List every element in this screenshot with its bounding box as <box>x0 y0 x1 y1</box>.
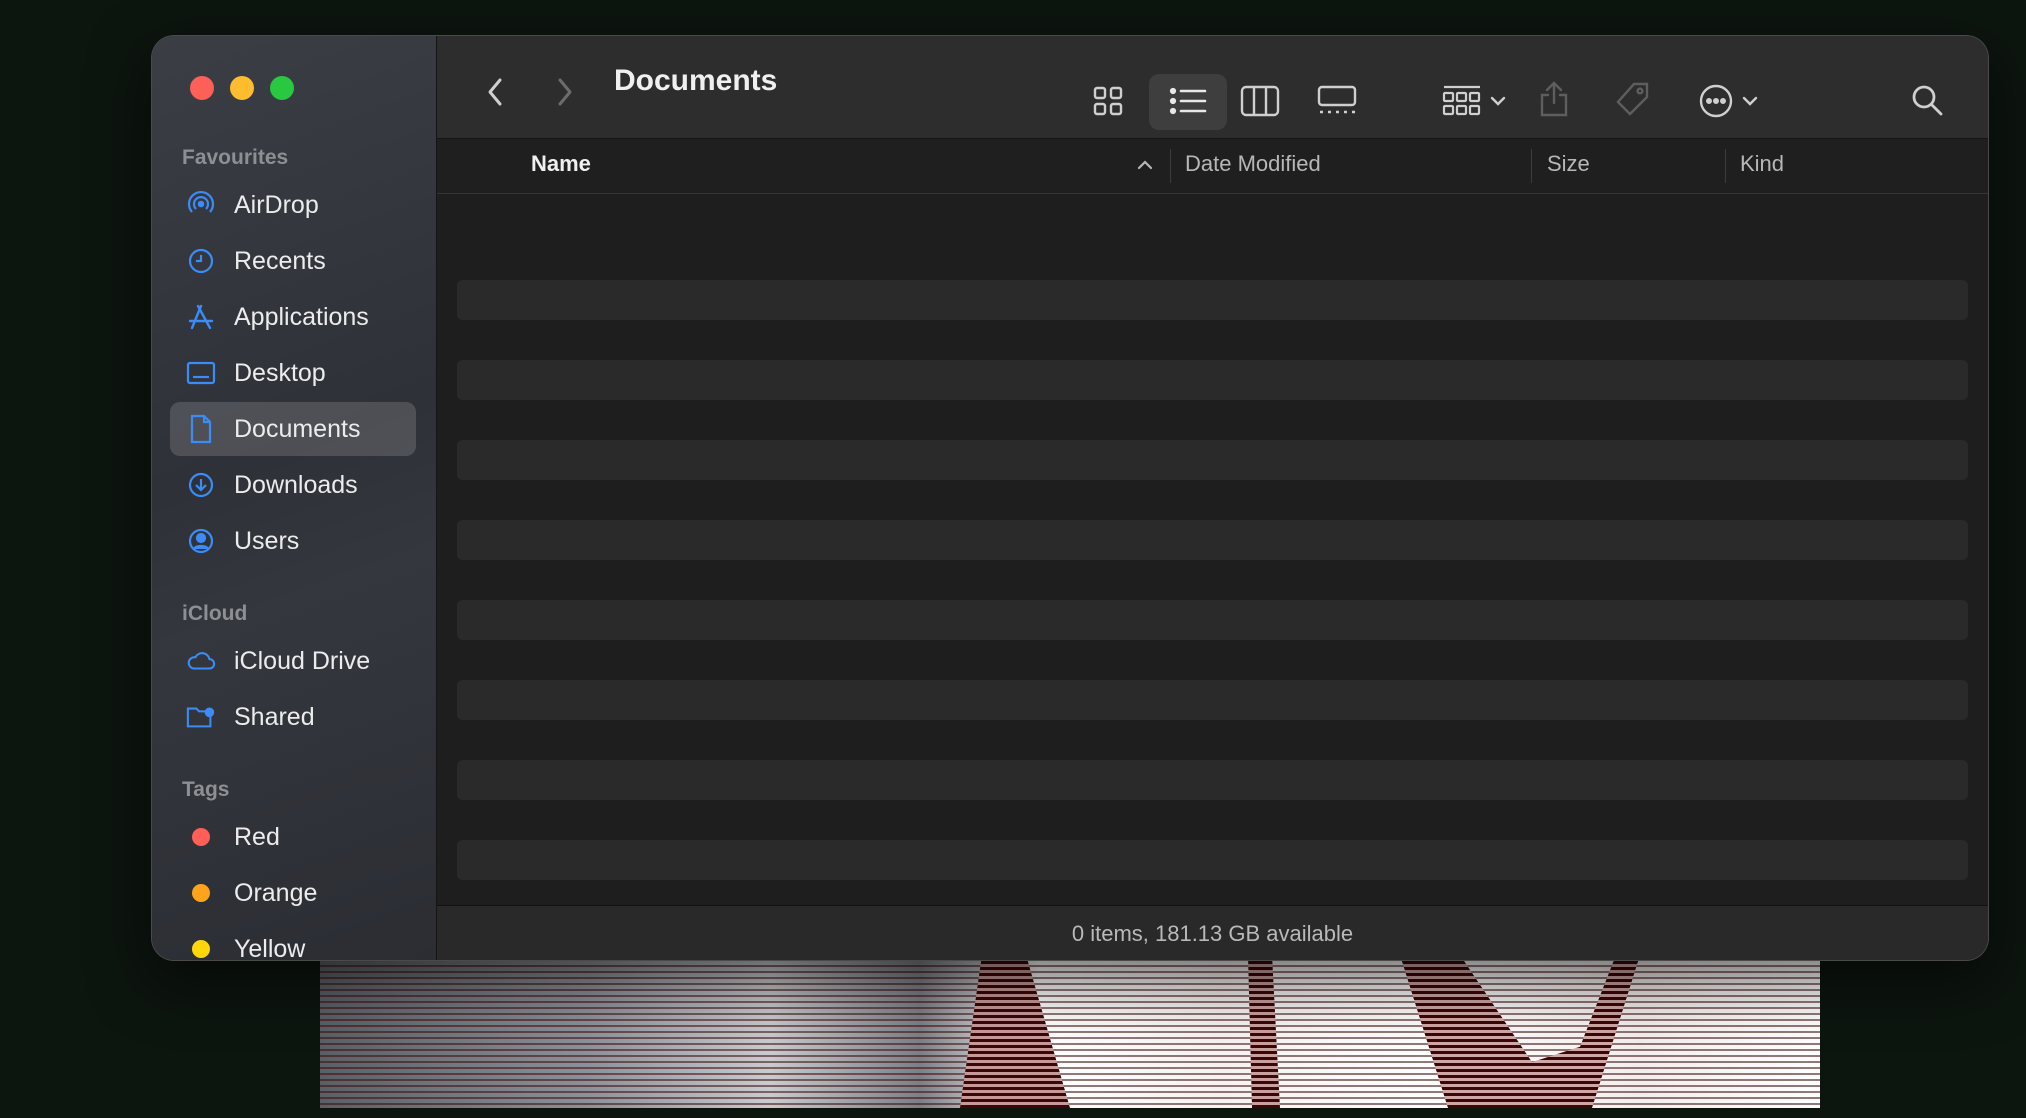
columns-icon <box>1240 85 1280 117</box>
sidebar-item-documents[interactable]: Documents <box>170 402 416 456</box>
tag-color-dot <box>192 884 210 902</box>
column-kind[interactable]: Kind <box>1740 151 1784 177</box>
sidebar-tag-orange[interactable]: Orange <box>170 866 416 920</box>
tag-button[interactable] <box>1611 78 1655 122</box>
sidebar-item-label: Shared <box>234 702 315 731</box>
toolbar: Documents <box>437 36 1988 139</box>
sidebar-tag-red[interactable]: Red <box>170 810 416 864</box>
group-icon <box>1442 85 1481 116</box>
list-view-button[interactable] <box>1165 80 1211 122</box>
window-title: Documents <box>614 64 778 97</box>
desktop-icon <box>186 358 216 388</box>
applications-icon <box>186 302 216 332</box>
file-list[interactable] <box>437 194 1988 904</box>
close-button[interactable] <box>190 76 214 100</box>
sidebar: Favourites AirDrop Recents Applications … <box>152 36 437 960</box>
sidebar-item-label: Orange <box>234 878 318 907</box>
airdrop-icon <box>186 190 216 220</box>
grid-icon <box>1093 86 1123 116</box>
document-icon <box>186 414 216 444</box>
empty-row-stripe <box>457 680 1968 720</box>
sidebar-item-label: Desktop <box>234 358 326 387</box>
chevron-left-icon <box>488 78 502 106</box>
clock-icon <box>186 246 216 276</box>
sidebar-item-airdrop[interactable]: AirDrop <box>170 178 416 232</box>
sidebar-item-users[interactable]: Users <box>170 514 416 568</box>
window-controls <box>190 76 294 100</box>
column-date-modified[interactable]: Date Modified <box>1185 151 1321 177</box>
background-artwork <box>320 955 1820 1108</box>
list-icon <box>1169 87 1207 115</box>
tag-color-dot <box>192 828 210 846</box>
search-icon <box>1912 85 1943 116</box>
back-button[interactable] <box>475 72 515 112</box>
sidebar-item-label: Yellow <box>234 934 306 961</box>
sidebar-item-label: Documents <box>234 414 361 443</box>
share-icon <box>1540 81 1568 117</box>
gallery-view-button[interactable] <box>1313 80 1361 122</box>
column-size[interactable]: Size <box>1547 151 1590 177</box>
sidebar-item-icloud-drive[interactable]: iCloud Drive <box>170 634 416 688</box>
status-text: 0 items, 181.13 GB available <box>1071 920 1354 946</box>
column-divider[interactable] <box>1725 149 1726 183</box>
chevron-down-icon <box>1490 96 1506 106</box>
zoom-button[interactable] <box>270 76 294 100</box>
sidebar-item-label: Red <box>234 822 280 851</box>
ellipsis-circle-icon <box>1699 84 1733 118</box>
icon-view-button[interactable] <box>1087 80 1129 122</box>
sidebar-tag-yellow[interactable]: Yellow <box>170 922 416 960</box>
empty-row-stripe <box>457 840 1968 880</box>
sidebar-item-label: Recents <box>234 246 326 275</box>
user-icon <box>186 526 216 556</box>
search-button[interactable] <box>1907 80 1947 120</box>
minimize-button[interactable] <box>230 76 254 100</box>
status-bar: 0 items, 181.13 GB available <box>437 905 1988 960</box>
empty-row-stripe <box>457 760 1968 800</box>
tag-color-dot <box>192 940 210 958</box>
download-icon <box>186 470 216 500</box>
shared-folder-icon <box>186 702 216 732</box>
forward-button[interactable] <box>545 72 585 112</box>
section-tags-heading: Tags <box>182 778 230 801</box>
empty-row-stripe <box>457 520 1968 560</box>
sidebar-item-label: Users <box>234 526 300 555</box>
finder-window: Favourites AirDrop Recents Applications … <box>152 36 1988 960</box>
column-divider[interactable] <box>1170 149 1171 183</box>
sidebar-item-label: Downloads <box>234 470 358 499</box>
column-name[interactable]: Name <box>531 151 591 177</box>
section-favourites-heading: Favourites <box>182 146 289 169</box>
share-button[interactable] <box>1534 76 1574 122</box>
empty-row-stripe <box>457 280 1968 320</box>
gallery-icon <box>1317 85 1357 114</box>
section-icloud-heading: iCloud <box>182 602 248 625</box>
tag-icon <box>1616 82 1649 116</box>
chevron-right-icon <box>558 78 572 106</box>
sort-ascending-icon <box>1137 160 1153 170</box>
column-view-button[interactable] <box>1237 80 1283 122</box>
sidebar-item-label: AirDrop <box>234 190 319 219</box>
group-by-button[interactable] <box>1439 80 1509 122</box>
sidebar-item-label: iCloud Drive <box>234 646 371 675</box>
sidebar-item-applications[interactable]: Applications <box>170 290 416 344</box>
sidebar-item-downloads[interactable]: Downloads <box>170 458 416 512</box>
sidebar-item-recents[interactable]: Recents <box>170 234 416 288</box>
sidebar-item-label: Applications <box>234 302 369 331</box>
empty-row-stripe <box>457 440 1968 480</box>
sidebar-item-desktop[interactable]: Desktop <box>170 346 416 400</box>
column-divider[interactable] <box>1531 149 1532 183</box>
more-actions-button[interactable] <box>1693 80 1763 122</box>
column-header: Name Date Modified Size Kind <box>437 139 1988 194</box>
cloud-icon <box>186 646 216 676</box>
empty-row-stripe <box>457 360 1968 400</box>
empty-row-stripe <box>457 600 1968 640</box>
sidebar-item-shared[interactable]: Shared <box>170 690 416 744</box>
chevron-down-icon <box>1742 96 1758 106</box>
